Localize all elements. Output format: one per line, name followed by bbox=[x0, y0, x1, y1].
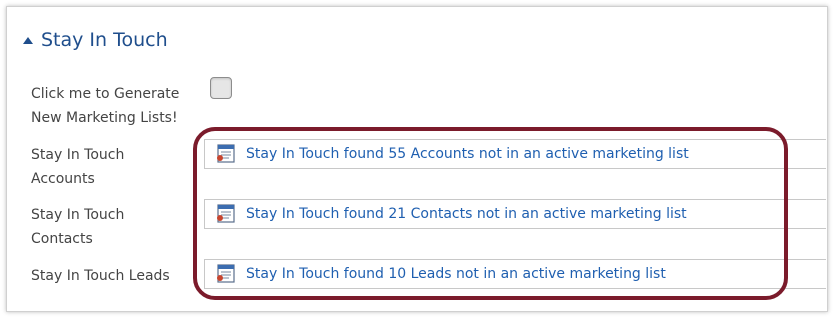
accounts-field-label: Stay In Touch Accounts bbox=[31, 143, 124, 191]
record-list-icon bbox=[215, 264, 237, 284]
label-line: Stay In Touch Leads bbox=[31, 268, 170, 284]
label-line: Contacts bbox=[31, 231, 93, 247]
contacts-link[interactable]: Stay In Touch found 21 Contacts not in a… bbox=[246, 206, 687, 222]
leads-link[interactable]: Stay In Touch found 10 Leads not in an a… bbox=[246, 266, 666, 282]
label-line: Accounts bbox=[31, 171, 95, 187]
label-line: Stay In Touch bbox=[31, 207, 125, 223]
label-line: Click me to Generate bbox=[31, 86, 180, 102]
contacts-field-label: Stay In Touch Contacts bbox=[31, 203, 124, 251]
leads-lookup-field[interactable]: Stay In Touch found 10 Leads not in an a… bbox=[204, 259, 826, 289]
accounts-lookup-field[interactable]: Stay In Touch found 55 Accounts not in a… bbox=[204, 139, 826, 169]
accounts-link[interactable]: Stay In Touch found 55 Accounts not in a… bbox=[246, 146, 689, 162]
section-toggle[interactable]: Stay In Touch bbox=[23, 27, 168, 53]
label-line: Stay In Touch bbox=[31, 147, 125, 163]
generate-field-label: Click me to Generate New Marketing Lists… bbox=[31, 82, 179, 130]
record-list-icon bbox=[215, 144, 237, 164]
label-line: New Marketing Lists! bbox=[31, 110, 178, 126]
collapse-triangle-icon bbox=[23, 36, 33, 44]
section-title: Stay In Touch bbox=[41, 29, 168, 51]
generate-lists-checkbox[interactable] bbox=[210, 77, 232, 99]
contacts-lookup-field[interactable]: Stay In Touch found 21 Contacts not in a… bbox=[204, 199, 826, 229]
record-list-icon bbox=[215, 204, 237, 224]
leads-field-label: Stay In Touch Leads bbox=[31, 264, 170, 288]
